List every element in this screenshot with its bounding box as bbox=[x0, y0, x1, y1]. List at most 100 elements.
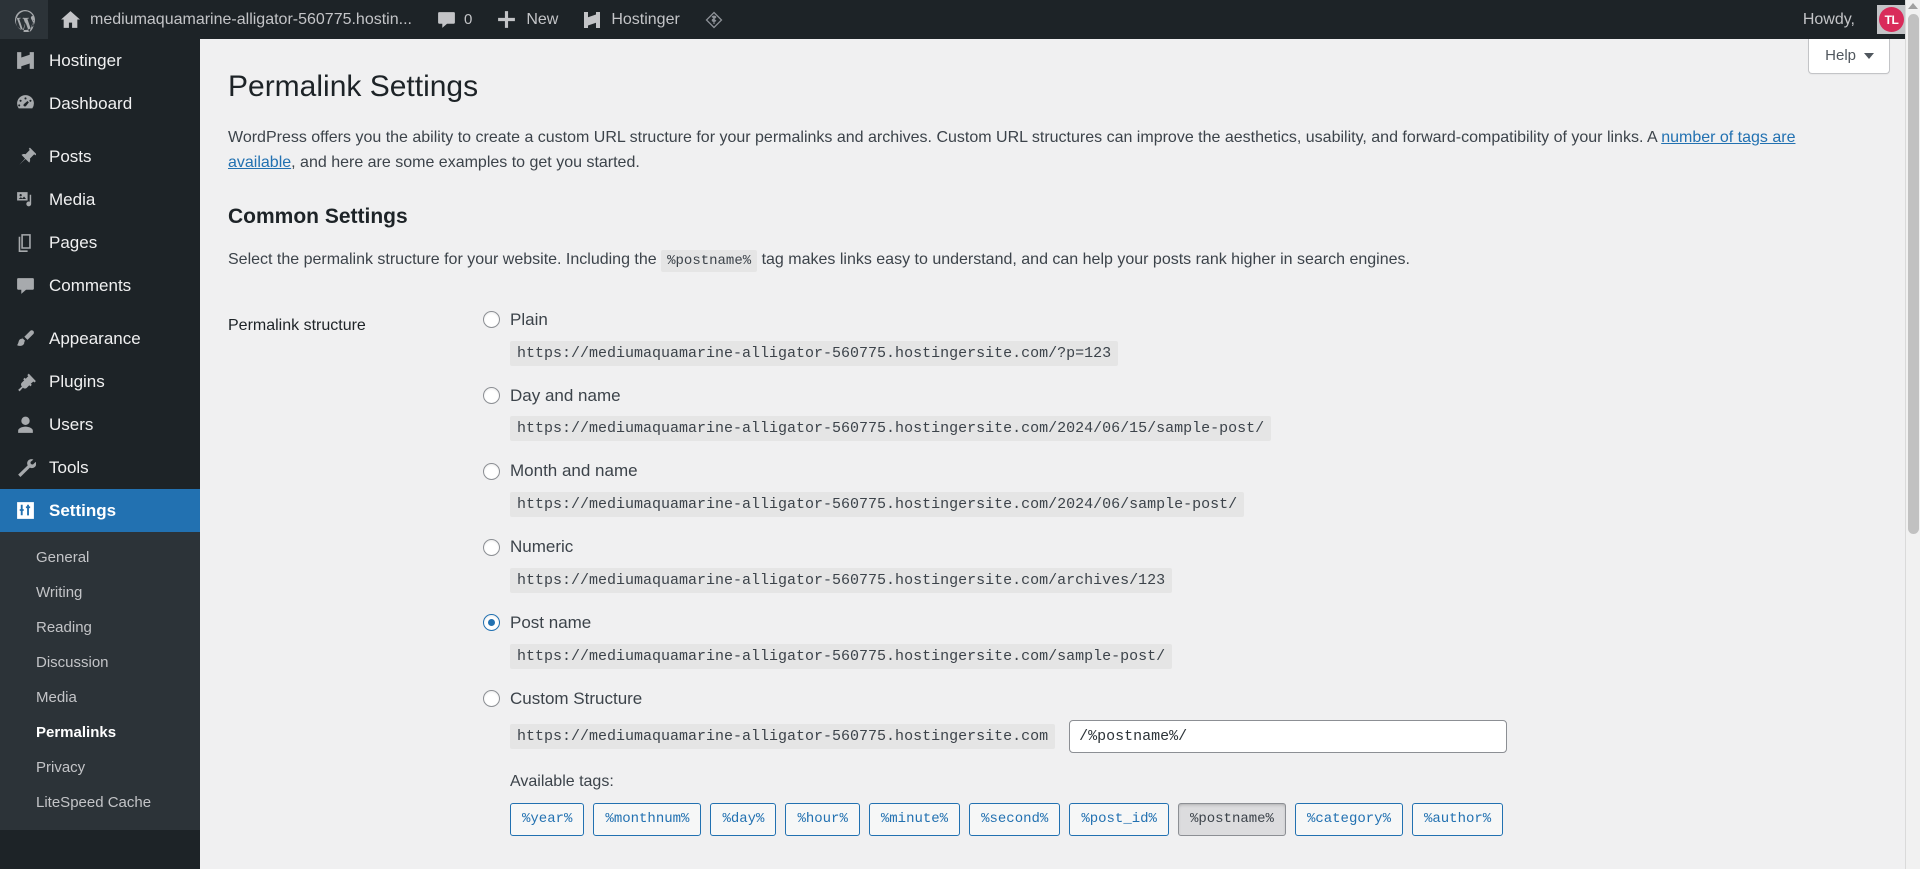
sidebar-label: Media bbox=[49, 189, 96, 209]
submenu-item-discussion[interactable]: Discussion bbox=[0, 645, 200, 680]
diamond-icon bbox=[704, 10, 724, 30]
tag-button-postname[interactable]: %postname% bbox=[1177, 802, 1286, 837]
diamond-badge-menu[interactable] bbox=[692, 0, 736, 39]
permalink-option-numeric: Numeric https://mediumaquamarine-alligat… bbox=[483, 535, 1818, 593]
permalink-example-plain: https://mediumaquamarine-alligator-56077… bbox=[510, 340, 1119, 366]
new-label: New bbox=[526, 10, 559, 28]
common-settings-description: Select the permalink structure for your … bbox=[228, 248, 1905, 273]
option-label: Day and name bbox=[510, 385, 621, 405]
submenu-item-general[interactable]: General bbox=[0, 540, 200, 575]
pages-icon bbox=[13, 232, 37, 253]
my-account-menu[interactable]: Howdy, bbox=[1791, 0, 1867, 39]
sidebar-item-hostinger[interactable]: Hostinger bbox=[0, 39, 200, 82]
brush-icon bbox=[13, 328, 37, 349]
radio-day-and-name[interactable] bbox=[483, 386, 500, 404]
radio-numeric[interactable] bbox=[483, 538, 500, 556]
settings-icon bbox=[13, 500, 37, 521]
permalink-option-plain-label[interactable]: Plain bbox=[483, 308, 1818, 332]
permalink-option-numeric-label[interactable]: Numeric bbox=[483, 535, 1818, 559]
permalink-structure-row: Permalink structure Plain https://medium… bbox=[228, 303, 1828, 860]
radio-month-and-name[interactable] bbox=[483, 462, 500, 480]
sidebar-item-users[interactable]: Users bbox=[0, 403, 200, 446]
wordpress-logo-menu[interactable] bbox=[0, 0, 48, 39]
page-scrollbar[interactable] bbox=[1905, 0, 1920, 869]
permalink-option-custom-structure-label[interactable]: Custom Structure bbox=[483, 687, 1818, 711]
admin-bar-right: Howdy, TL bbox=[1791, 0, 1920, 39]
intro-text-part2: , and here are some examples to get you … bbox=[291, 153, 640, 171]
wrench-icon bbox=[13, 457, 37, 478]
sidebar-label: Hostinger bbox=[49, 50, 122, 70]
sidebar-label: Settings bbox=[49, 500, 117, 520]
sidebar-label: Appearance bbox=[49, 328, 141, 348]
option-label: Plain bbox=[510, 309, 548, 329]
sidebar-item-pages[interactable]: Pages bbox=[0, 221, 200, 264]
tag-button-second[interactable]: %second% bbox=[969, 802, 1061, 837]
permalink-example-post-name: https://mediumaquamarine-alligator-56077… bbox=[510, 643, 1173, 669]
permalink-example-numeric: https://mediumaquamarine-alligator-56077… bbox=[510, 567, 1173, 593]
permalink-settings-wrap: Permalink Settings WordPress offers you … bbox=[200, 39, 1905, 859]
tag-button-category[interactable]: %category% bbox=[1294, 802, 1403, 837]
tag-button-author[interactable]: %author% bbox=[1411, 802, 1504, 837]
submenu-item-permalinks[interactable]: Permalinks bbox=[0, 715, 200, 750]
main-content: Help Permalink Settings WordPress offers… bbox=[200, 39, 1905, 869]
submenu-item-reading[interactable]: Reading bbox=[0, 610, 200, 645]
desc-part2: tag makes links easy to understand, and … bbox=[757, 250, 1410, 268]
comments-icon bbox=[13, 275, 37, 296]
help-tab-button[interactable]: Help bbox=[1808, 39, 1890, 74]
desc-part1: Select the permalink structure for your … bbox=[228, 250, 662, 268]
sidebar-item-media[interactable]: Media bbox=[0, 178, 200, 221]
permalink-option-plain: Plain https://mediumaquamarine-alligator… bbox=[483, 308, 1818, 366]
help-label: Help bbox=[1825, 47, 1856, 64]
radio-plain[interactable] bbox=[483, 311, 500, 329]
permalink-option-month-and-name: Month and name https://mediumaquamarine-… bbox=[483, 459, 1818, 518]
sidebar-item-dashboard[interactable]: Dashboard bbox=[0, 82, 200, 125]
sidebar-item-plugins[interactable]: Plugins bbox=[0, 360, 200, 403]
sidebar-item-tools[interactable]: Tools bbox=[0, 446, 200, 489]
postname-inline-tag: %postname% bbox=[661, 249, 758, 272]
permalink-option-day-and-name: Day and name https://mediumaquamarine-al… bbox=[483, 384, 1818, 442]
sidebar-label: Users bbox=[49, 414, 94, 434]
tag-button-hour[interactable]: %hour% bbox=[785, 802, 860, 837]
avatar-initials: TL bbox=[1879, 7, 1904, 32]
sidebar-label: Pages bbox=[49, 232, 98, 252]
permalink-option-custom-structure: Custom Structure https://mediumaquamarin… bbox=[483, 687, 1818, 837]
custom-structure-row: https://mediumaquamarine-alligator-56077… bbox=[510, 719, 1818, 753]
admin-bar: mediumaquamarine-alligator-560775.hostin… bbox=[0, 0, 1920, 39]
avatar[interactable]: TL bbox=[1877, 5, 1906, 34]
submenu-item-writing[interactable]: Writing bbox=[0, 575, 200, 610]
sidebar-item-settings[interactable]: Settings bbox=[0, 489, 208, 532]
submenu-item-privacy[interactable]: Privacy bbox=[0, 750, 200, 785]
tag-button-post-id[interactable]: %post_id% bbox=[1069, 802, 1169, 837]
option-label: Post name bbox=[510, 612, 592, 632]
scroll-up-arrow-icon[interactable] bbox=[1908, 3, 1918, 9]
sidebar-item-posts[interactable]: Posts bbox=[0, 135, 200, 178]
option-label: Month and name bbox=[510, 461, 638, 481]
tag-button-year[interactable]: %year% bbox=[510, 802, 585, 837]
radio-custom-structure[interactable] bbox=[483, 690, 500, 708]
intro-text-part1: WordPress offers you the ability to crea… bbox=[228, 129, 1662, 146]
howdy-label: Howdy, bbox=[1802, 10, 1855, 28]
permalink-example-day-and-name: https://mediumaquamarine-alligator-56077… bbox=[510, 416, 1272, 442]
tag-button-day[interactable]: %day% bbox=[710, 802, 777, 837]
new-content-menu[interactable]: New bbox=[484, 0, 570, 39]
permalink-option-month-and-name-label[interactable]: Month and name bbox=[483, 459, 1818, 483]
pin-icon bbox=[13, 146, 37, 167]
hostinger-menu[interactable]: Hostinger bbox=[570, 0, 691, 39]
tag-button-minute[interactable]: %minute% bbox=[868, 802, 961, 837]
custom-structure-input[interactable] bbox=[1069, 719, 1508, 753]
permalink-structure-fieldset: Plain https://mediumaquamarine-alligator… bbox=[483, 308, 1818, 855]
intro-paragraph: WordPress offers you the ability to crea… bbox=[228, 126, 1833, 176]
permalink-option-post-name-label[interactable]: Post name bbox=[483, 611, 1818, 635]
submenu-item-litespeed-cache[interactable]: LiteSpeed Cache bbox=[0, 785, 200, 820]
tag-button-monthnum[interactable]: %monthnum% bbox=[593, 802, 702, 837]
scrollbar-thumb[interactable] bbox=[1908, 14, 1919, 534]
permalink-option-day-and-name-label[interactable]: Day and name bbox=[483, 384, 1818, 408]
radio-post-name[interactable] bbox=[483, 614, 500, 632]
sidebar-item-comments[interactable]: Comments bbox=[0, 264, 200, 307]
submenu-item-media[interactable]: Media bbox=[0, 680, 200, 715]
hostinger-icon bbox=[582, 10, 602, 30]
sidebar-item-appearance[interactable]: Appearance bbox=[0, 317, 200, 360]
user-icon bbox=[13, 414, 37, 435]
site-name-menu[interactable]: mediumaquamarine-alligator-560775.hostin… bbox=[48, 0, 424, 39]
comments-menu[interactable]: 0 bbox=[424, 0, 484, 39]
